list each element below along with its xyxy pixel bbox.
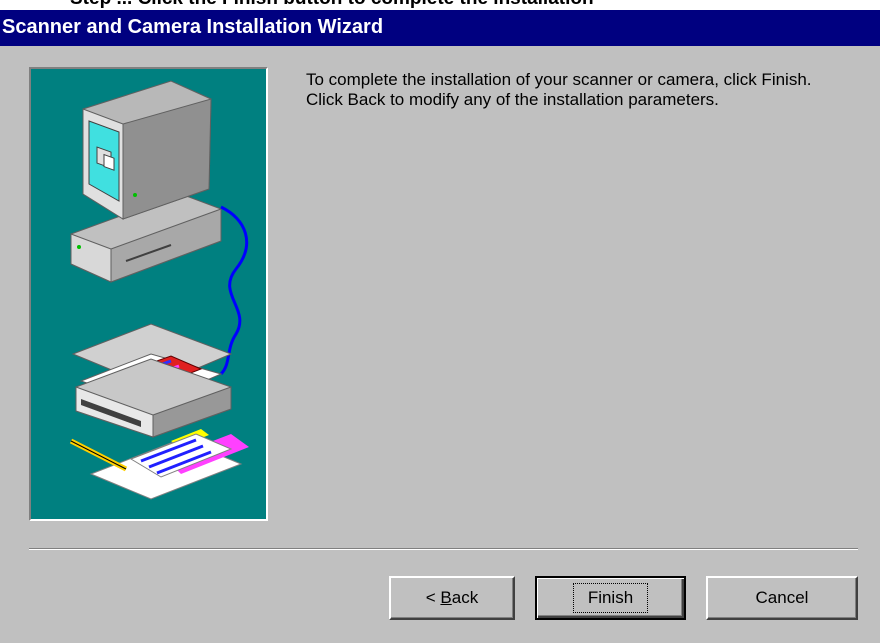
wizard-illustration-art <box>69 80 249 500</box>
cancel-button-label: Cancel <box>755 588 809 607</box>
title-bar[interactable]: Scanner and Camera Installation Wizard <box>0 10 880 46</box>
computer-icon <box>70 80 222 283</box>
finish-button-label: Finish <box>572 583 649 613</box>
documents-icon <box>69 429 249 500</box>
back-label-rest: ack <box>451 588 479 607</box>
back-arrow-glyph: < <box>425 588 441 607</box>
window-title: Scanner and Camera Installation Wizard <box>2 16 384 38</box>
back-mnemonic: B <box>440 588 452 607</box>
wizard-illustration <box>29 67 268 521</box>
back-button[interactable]: < Back <box>389 576 515 620</box>
separator <box>29 548 858 550</box>
cable-icon <box>219 205 249 376</box>
scanner-icon <box>71 323 233 438</box>
cut-off-caption-text: Step ... Click the Finish button to comp… <box>70 0 594 10</box>
instruction-text: To complete the installation of your sca… <box>306 70 812 109</box>
finish-button[interactable]: Finish <box>535 576 686 620</box>
cancel-button[interactable]: Cancel <box>706 576 858 620</box>
back-button-label: < Back <box>426 588 478 608</box>
